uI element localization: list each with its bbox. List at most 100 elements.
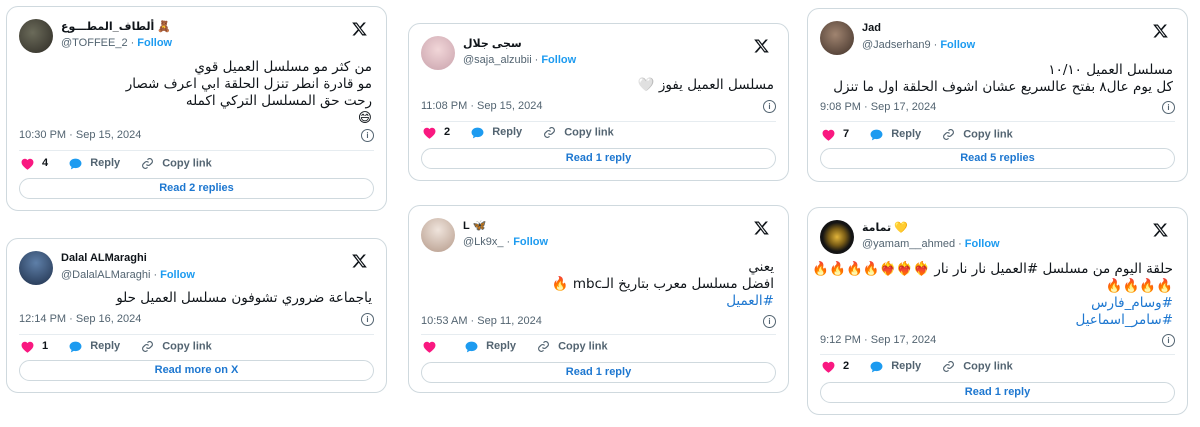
x-logo-icon[interactable]: [753, 38, 770, 54]
divider: [19, 334, 374, 335]
timestamp[interactable]: 11:08 PM · Sep 15, 2024: [421, 100, 543, 112]
user-handle[interactable]: @saja_alzubii: [463, 54, 532, 66]
follow-button[interactable]: Follow: [940, 39, 975, 51]
x-logo-icon[interactable]: [753, 220, 770, 236]
x-logo-icon[interactable]: [351, 21, 368, 37]
like-button[interactable]: 4: [21, 157, 49, 170]
info-icon[interactable]: i: [1162, 101, 1175, 114]
heart-icon: [21, 341, 34, 353]
avatar[interactable]: [19, 251, 53, 285]
avatar[interactable]: [820, 220, 854, 254]
read-more-button[interactable]: Read more on X: [19, 360, 374, 381]
copy-link-label: Copy link: [963, 128, 1013, 141]
reply-bubble-icon: [870, 361, 883, 372]
follow-button[interactable]: Follow: [965, 238, 1000, 250]
avatar[interactable]: [421, 36, 455, 70]
divider: [421, 121, 776, 122]
copy-link-button[interactable]: Copy link: [141, 157, 212, 170]
follow-button[interactable]: Follow: [137, 37, 172, 49]
user-handle[interactable]: @TOFFEE_2: [61, 37, 128, 49]
reply-button[interactable]: Reply: [69, 340, 121, 353]
link-icon: [142, 341, 154, 352]
action-bar: 4 Reply Copy link: [21, 157, 230, 173]
copy-link-button[interactable]: Copy link: [942, 360, 1013, 373]
like-count: 4: [42, 157, 49, 170]
timestamp[interactable]: 9:08 PM · Sep 17, 2024: [820, 101, 936, 113]
user-handle[interactable]: @yamam__ahmed: [862, 238, 955, 250]
follow-button[interactable]: Follow: [513, 236, 548, 248]
timestamp[interactable]: 10:53 AM · Sep 11, 2024: [421, 315, 542, 327]
info-icon[interactable]: i: [1162, 334, 1175, 347]
user-name[interactable]: ألطاف_المطـــوع 🧸: [61, 20, 171, 33]
divider: [820, 121, 1175, 122]
follow-button[interactable]: Follow: [541, 54, 576, 66]
timestamp[interactable]: 10:30 PM · Sep 15, 2024: [19, 129, 141, 141]
tweet-card: ألطاف_المطـــوع 🧸 @TOFFEE_2 · Follow من كث…: [6, 6, 387, 211]
like-count: 2: [843, 360, 850, 373]
x-logo-icon[interactable]: [1152, 23, 1169, 39]
tweet-line: 😄: [357, 110, 372, 126]
read-replies-button[interactable]: Read 5 replies: [820, 148, 1175, 169]
tweet-line: مو قادرة انطر تنزل الحلقة ابي اعرف شصار: [125, 76, 372, 92]
x-logo-icon[interactable]: [1152, 222, 1169, 238]
reply-button[interactable]: Reply: [69, 157, 120, 170]
divider: [19, 150, 374, 151]
read-replies-button[interactable]: Read 1 reply: [820, 382, 1175, 403]
timestamp[interactable]: 9:12 PM · Sep 17, 2024: [820, 334, 936, 346]
heart-icon: [21, 158, 34, 170]
read-replies-button[interactable]: Read 1 reply: [421, 148, 776, 169]
info-icon[interactable]: i: [361, 129, 374, 142]
like-count: 2: [444, 126, 451, 139]
tweet-header: Jad @Jadserhan9 · Follow: [820, 21, 1175, 61]
like-button[interactable]: [423, 340, 444, 353]
like-button[interactable]: 2: [423, 126, 451, 139]
copy-link-button[interactable]: Copy link: [141, 340, 212, 353]
reply-label: Reply: [891, 128, 922, 141]
action-bar: Reply Copy link: [423, 340, 626, 356]
tweet-line: حلقة اليوم من مسلسل #العميل نار نار نار …: [812, 261, 1173, 277]
reply-bubble-icon: [870, 129, 883, 140]
user-handle[interactable]: @Jadserhan9: [862, 39, 931, 51]
copy-link-button[interactable]: Copy link: [543, 126, 614, 139]
user-name[interactable]: تمامة 💛: [862, 221, 908, 234]
user-handle[interactable]: @DalalALMaraghi: [61, 269, 150, 281]
info-icon[interactable]: i: [763, 100, 776, 113]
reply-button[interactable]: Reply: [870, 128, 922, 141]
reply-button[interactable]: Reply: [870, 360, 921, 373]
like-button[interactable]: 1: [21, 340, 48, 353]
heart-icon: [423, 341, 436, 353]
user-handle[interactable]: @Lk9x_: [463, 236, 504, 248]
copy-link-button[interactable]: Copy link: [537, 340, 608, 353]
hashtag-link[interactable]: #العميل: [552, 293, 774, 310]
avatar[interactable]: [820, 21, 854, 55]
like-button[interactable]: 2: [822, 360, 850, 373]
x-logo-icon[interactable]: [351, 253, 368, 269]
tweet-text: ياجماعة ضروري تشوفون مسلسل العميل حلو: [116, 290, 372, 307]
avatar[interactable]: [421, 218, 455, 252]
reply-button[interactable]: Reply: [471, 126, 522, 139]
reply-button[interactable]: Reply: [465, 340, 517, 353]
read-replies-button[interactable]: Read 1 reply: [421, 362, 776, 383]
user-name[interactable]: Jad: [862, 22, 881, 34]
info-icon[interactable]: i: [361, 313, 374, 326]
timestamp[interactable]: 12:14 PM · Sep 16, 2024: [19, 313, 141, 325]
like-button[interactable]: 7: [822, 128, 849, 141]
tweet-header: ألطاف_المطـــوع 🧸 @TOFFEE_2 · Follow: [19, 19, 374, 59]
tweet-text: مسلسل العميل ١٠/١٠ كل يوم عال٨ بفتح عالس…: [833, 62, 1173, 96]
user-name[interactable]: L 🦋: [463, 219, 486, 232]
reply-bubble-icon: [69, 158, 82, 169]
reply-label: Reply: [486, 340, 517, 353]
read-replies-button[interactable]: Read 2 replies: [19, 178, 374, 199]
avatar[interactable]: [19, 19, 53, 53]
user-name[interactable]: Dalal ALMaraghi: [61, 252, 147, 264]
hashtag-link[interactable]: #وسام_فارس: [812, 295, 1173, 312]
tweet-header: Dalal ALMaraghi @DalalALMaraghi · Follow: [19, 251, 374, 291]
hashtag-link[interactable]: #سامر_اسماعيل: [812, 312, 1174, 329]
user-name[interactable]: سجى جلال: [463, 37, 522, 50]
reply-label: Reply: [90, 340, 121, 353]
heart-icon: [822, 361, 835, 373]
tweet-header: سجى جلال @saja_alzubii · Follow: [421, 36, 776, 76]
info-icon[interactable]: i: [763, 315, 776, 328]
copy-link-button[interactable]: Copy link: [942, 128, 1013, 141]
follow-button[interactable]: Follow: [160, 269, 195, 281]
